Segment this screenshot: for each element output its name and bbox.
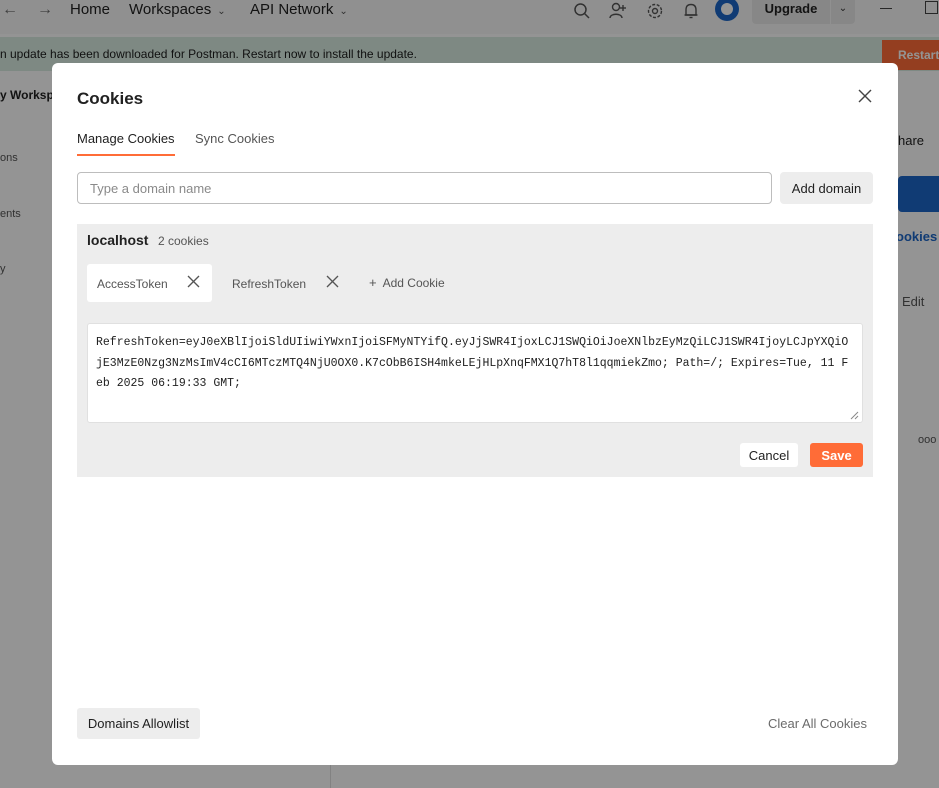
cookie-count: 2 cookies bbox=[158, 234, 209, 248]
tab-manage-cookies[interactable]: Manage Cookies bbox=[77, 131, 175, 156]
cookie-tab-label: AccessToken bbox=[97, 277, 168, 291]
cookie-tab-label: RefreshToken bbox=[232, 277, 307, 291]
modal-title: Cookies bbox=[77, 89, 144, 108]
cookie-tab-accesstoken[interactable]: AccessToken bbox=[87, 264, 212, 302]
save-button[interactable]: Save bbox=[810, 443, 863, 467]
add-cookie-button[interactable]: + Add Cookie bbox=[369, 275, 445, 290]
domain-panel: localhost 2 cookies AccessToken RefreshT… bbox=[77, 224, 873, 477]
resize-grip-icon[interactable] bbox=[849, 410, 859, 420]
cookie-editor[interactable] bbox=[87, 323, 863, 423]
remove-cookie-icon[interactable] bbox=[326, 275, 339, 288]
cancel-button[interactable]: Cancel bbox=[740, 443, 798, 467]
tab-sync-cookies[interactable]: Sync Cookies bbox=[195, 131, 274, 154]
remove-cookie-icon[interactable] bbox=[187, 275, 200, 288]
plus-icon: + bbox=[369, 275, 377, 290]
close-icon[interactable] bbox=[857, 88, 873, 104]
add-domain-button[interactable]: Add domain bbox=[780, 172, 873, 204]
add-cookie-label: Add Cookie bbox=[382, 276, 445, 290]
clear-all-cookies-button[interactable]: Clear All Cookies bbox=[768, 716, 867, 731]
cookie-tab-refreshtoken[interactable]: RefreshToken bbox=[222, 264, 350, 302]
domain-name: localhost bbox=[87, 232, 149, 248]
domains-allowlist-button[interactable]: Domains Allowlist bbox=[77, 708, 200, 739]
domain-name-input[interactable] bbox=[77, 172, 772, 204]
cookies-modal: Cookies Manage Cookies Sync Cookies Add … bbox=[52, 63, 898, 765]
